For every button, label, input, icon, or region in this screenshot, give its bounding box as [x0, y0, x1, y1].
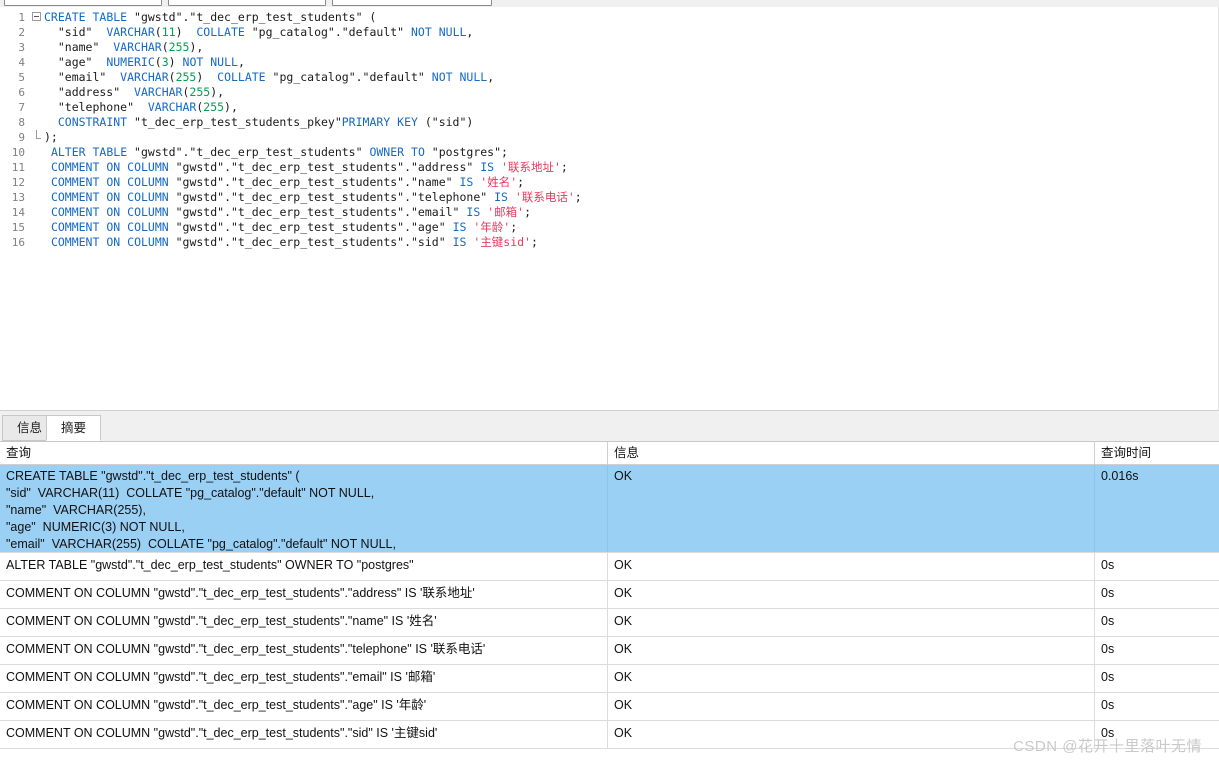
table-row[interactable]: ALTER TABLE "gwstd"."t_dec_erp_test_stud…: [0, 553, 1219, 581]
code-line: 13 COMMENT ON COLUMN "gwstd"."t_dec_erp_…: [0, 190, 1219, 205]
cell-query[interactable]: COMMENT ON COLUMN "gwstd"."t_dec_erp_tes…: [0, 721, 608, 748]
cell-message[interactable]: OK: [608, 553, 1095, 580]
table-row[interactable]: CREATE TABLE "gwstd"."t_dec_erp_test_stu…: [0, 465, 1219, 553]
line-number: 15: [11, 221, 25, 234]
database-combobox[interactable]: [168, 0, 326, 6]
line-number: 4: [18, 56, 25, 69]
code-line: 11 COMMENT ON COLUMN "gwstd"."t_dec_erp_…: [0, 160, 1219, 175]
code-line: 15 COMMENT ON COLUMN "gwstd"."t_dec_erp_…: [0, 220, 1219, 235]
results-grid-body[interactable]: CREATE TABLE "gwstd"."t_dec_erp_test_stu…: [0, 465, 1219, 749]
table-row[interactable]: COMMENT ON COLUMN "gwstd"."t_dec_erp_tes…: [0, 665, 1219, 693]
code-line: 7 "telephone" VARCHAR(255),: [0, 100, 1219, 115]
cell-query[interactable]: COMMENT ON COLUMN "gwstd"."t_dec_erp_tes…: [0, 665, 608, 692]
line-number: 8: [18, 116, 25, 129]
cell-message[interactable]: OK: [608, 581, 1095, 608]
code-text: "email" VARCHAR(255) COLLATE "pg_catalog…: [44, 70, 495, 84]
line-number: 2: [18, 26, 25, 39]
column-header-time[interactable]: 查询时间: [1095, 442, 1218, 465]
code-text: "sid" VARCHAR(11) COLLATE "pg_catalog"."…: [44, 25, 474, 39]
code-text: COMMENT ON COLUMN "gwstd"."t_dec_erp_tes…: [50, 190, 582, 204]
code-text: "address" VARCHAR(255),: [44, 85, 225, 99]
line-number: 1: [18, 11, 25, 24]
code-line: 16 COMMENT ON COLUMN "gwstd"."t_dec_erp_…: [0, 235, 1219, 250]
code-line: 6 "address" VARCHAR(255),: [0, 85, 1219, 100]
code-line: 2 "sid" VARCHAR(11) COLLATE "pg_catalog"…: [0, 25, 1219, 40]
cell-time[interactable]: 0.016s: [1095, 465, 1218, 552]
line-number: 3: [18, 41, 25, 54]
table-row[interactable]: COMMENT ON COLUMN "gwstd"."t_dec_erp_tes…: [0, 609, 1219, 637]
cell-query[interactable]: COMMENT ON COLUMN "gwstd"."t_dec_erp_tes…: [0, 637, 608, 664]
code-text: COMMENT ON COLUMN "gwstd"."t_dec_erp_tes…: [50, 220, 518, 234]
code-text: "age" NUMERIC(3) NOT NULL,: [44, 55, 245, 69]
code-line: 12 COMMENT ON COLUMN "gwstd"."t_dec_erp_…: [0, 175, 1219, 190]
line-number: 5: [18, 71, 25, 84]
code-line: 3 "name" VARCHAR(255),: [0, 40, 1219, 55]
cell-query[interactable]: ALTER TABLE "gwstd"."t_dec_erp_test_stud…: [0, 553, 608, 580]
table-row[interactable]: COMMENT ON COLUMN "gwstd"."t_dec_erp_tes…: [0, 581, 1219, 609]
code-text: COMMENT ON COLUMN "gwstd"."t_dec_erp_tes…: [50, 175, 525, 189]
code-text: );: [44, 130, 58, 144]
watermark-text: CSDN @花开十里落叶无情: [1013, 738, 1202, 755]
sql-editor[interactable]: 1 CREATE TABLE "gwstd"."t_dec_erp_test_st…: [0, 7, 1219, 411]
cell-message[interactable]: OK: [608, 637, 1095, 664]
code-text: COMMENT ON COLUMN "gwstd"."t_dec_erp_tes…: [50, 235, 538, 249]
results-grid-header: 查询 信息 查询时间: [0, 442, 1219, 465]
code-text: CONSTRAINT "t_dec_erp_test_students_pkey…: [57, 115, 474, 129]
cell-query[interactable]: COMMENT ON COLUMN "gwstd"."t_dec_erp_tes…: [0, 581, 608, 608]
results-tabbar: 信息 摘要: [0, 411, 1219, 442]
line-number: 11: [11, 161, 25, 174]
code-line: 5 "email" VARCHAR(255) COLLATE "pg_catal…: [0, 70, 1219, 85]
table-row[interactable]: COMMENT ON COLUMN "gwstd"."t_dec_erp_tes…: [0, 693, 1219, 721]
cell-time[interactable]: 0s: [1095, 581, 1218, 608]
code-text: COMMENT ON COLUMN "gwstd"."t_dec_erp_tes…: [50, 205, 531, 219]
code-line: 9);: [0, 130, 1219, 145]
cell-message[interactable]: OK: [608, 465, 1095, 552]
line-number: 16: [11, 236, 25, 249]
code-line: 4 "age" NUMERIC(3) NOT NULL,: [0, 55, 1219, 70]
code-text: COMMENT ON COLUMN "gwstd"."t_dec_erp_tes…: [50, 160, 568, 174]
line-number: 10: [11, 146, 25, 159]
line-number: 14: [11, 206, 25, 219]
tab-summary[interactable]: 摘要: [46, 415, 102, 441]
code-line: 10 ALTER TABLE "gwstd"."t_dec_erp_test_s…: [0, 145, 1219, 160]
cell-query[interactable]: COMMENT ON COLUMN "gwstd"."t_dec_erp_tes…: [0, 609, 608, 636]
line-number: 12: [11, 176, 25, 189]
line-number: 13: [11, 191, 25, 204]
results-grid[interactable]: 查询 信息 查询时间 CREATE TABLE "gwstd"."t_dec_e…: [0, 442, 1219, 768]
column-header-message[interactable]: 信息: [608, 442, 1095, 465]
code-line: 8 CONSTRAINT "t_dec_erp_test_students_pk…: [0, 115, 1219, 130]
results-tabbar-inner: 信息 摘要: [0, 415, 1219, 442]
code-text: "telephone" VARCHAR(255),: [44, 100, 238, 114]
code-text: ALTER TABLE "gwstd"."t_dec_erp_test_stud…: [50, 145, 508, 159]
cell-time[interactable]: 0s: [1095, 553, 1218, 580]
connection-combobox[interactable]: [4, 0, 162, 6]
code-line: 14 COMMENT ON COLUMN "gwstd"."t_dec_erp_…: [0, 205, 1219, 220]
cell-message[interactable]: OK: [608, 693, 1095, 720]
cell-time[interactable]: 0s: [1095, 637, 1218, 664]
code-text: CREATE TABLE "gwstd"."t_dec_erp_test_stu…: [44, 10, 377, 24]
cell-query[interactable]: CREATE TABLE "gwstd"."t_dec_erp_test_stu…: [0, 465, 608, 552]
cell-message[interactable]: OK: [608, 609, 1095, 636]
line-number: 6: [18, 86, 25, 99]
toolbar-strip: [0, 0, 1219, 7]
code-line: 1 CREATE TABLE "gwstd"."t_dec_erp_test_st…: [0, 10, 1219, 25]
cell-time[interactable]: 0s: [1095, 693, 1218, 720]
cell-message[interactable]: OK: [608, 665, 1095, 692]
cell-query[interactable]: COMMENT ON COLUMN "gwstd"."t_dec_erp_tes…: [0, 693, 608, 720]
cell-time[interactable]: 0s: [1095, 609, 1218, 636]
sql-code-area[interactable]: 1 CREATE TABLE "gwstd"."t_dec_erp_test_st…: [0, 10, 1219, 250]
table-row[interactable]: COMMENT ON COLUMN "gwstd"."t_dec_erp_tes…: [0, 637, 1219, 665]
code-text: "name" VARCHAR(255),: [44, 40, 204, 54]
line-number: 7: [18, 101, 25, 114]
schema-combobox[interactable]: [332, 0, 492, 6]
column-header-query[interactable]: 查询: [0, 442, 608, 465]
cell-time[interactable]: 0s: [1095, 665, 1218, 692]
line-number: 9: [18, 131, 25, 144]
